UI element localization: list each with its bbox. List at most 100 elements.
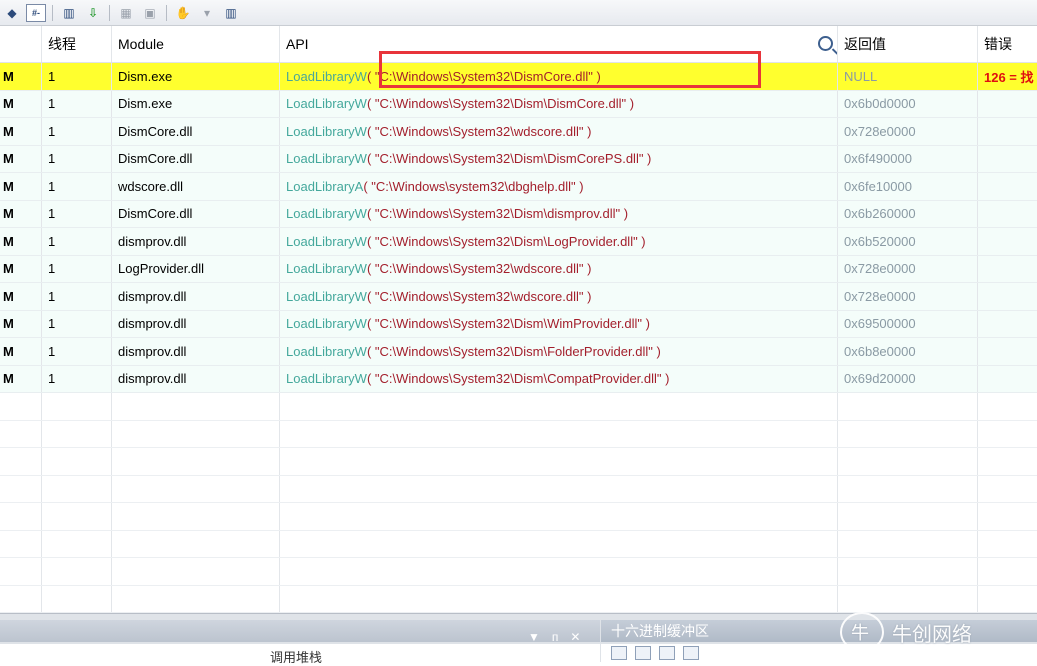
row-return-value: 0x6f490000 [838,145,978,172]
api-function[interactable]: LoadLibraryW [286,206,367,221]
bytes-icon[interactable] [659,646,675,660]
pin-icon[interactable]: ᴨ [552,630,559,644]
grid-icon[interactable] [611,646,627,660]
api-function[interactable]: LoadLibraryW [286,289,367,304]
row-api: LoadLibraryW ( "C:\Windows\System32\wdsc… [280,255,838,282]
header-col-api[interactable]: API [280,26,838,62]
api-call-table: 线程 Module API 返回值 错误 M 1 Dism.exe LoadLibra… [0,26,1037,641]
row-return-value: 0x728e0000 [838,255,978,282]
process-icon[interactable]: ◆ [2,4,22,22]
row-type: M [0,173,42,200]
table-header: 线程 Module API 返回值 错误 [0,26,1037,63]
row-api: LoadLibraryW ( "C:\Windows\System32\wdsc… [280,283,838,310]
row-api: LoadLibraryW ( "C:\Windows\System32\Dism… [280,338,838,365]
row-thread: 1 [42,90,112,117]
empty-row [0,503,1037,531]
api-function[interactable]: LoadLibraryW [286,69,367,84]
empty-row [0,585,1037,613]
toolbar-separator [52,4,53,21]
empty-row [0,530,1037,558]
row-return-value: 0x69500000 [838,310,978,337]
api-args: ( "C:\Windows\System32\Dism\dismprov.dll… [366,206,629,222]
api-args: ( "C:\Windows\System32\DismCore.dll" ) [366,68,601,84]
row-error [978,283,1037,310]
api-function[interactable]: LoadLibraryA [286,179,363,194]
table-row[interactable]: M 1 DismCore.dll LoadLibraryW ( "C:\Windows… [0,145,1037,173]
api-args: ( "C:\Windows\System32\Dism\WimProvider.… [366,316,650,332]
toolbar-separator [109,4,110,21]
row-thread: 1 [42,310,112,337]
columns-icon[interactable]: ▥ [59,4,79,22]
row-thread: 1 [42,200,112,227]
panel-controls: ▼ ᴨ ✕ [528,630,580,644]
word-icon[interactable] [683,646,699,660]
dropdown-icon[interactable]: ▾ [197,4,217,22]
table-row[interactable]: M 1 dismprov.dll LoadLibraryW ( "C:\Windows… [0,310,1037,338]
row-module: DismCore.dll [112,145,280,172]
api-function[interactable]: LoadLibraryW [286,316,367,331]
green-arrow-icon[interactable]: ⇩ [83,4,103,22]
delete-icon[interactable]: ▣ [140,4,160,22]
header-col-return[interactable]: 返回值 [838,26,978,62]
toolbar: ◆ #- ▥ ⇩ ▦ ▣ ✋ ▾ ▥ [0,0,1037,26]
table-row[interactable]: M 1 dismprov.dll LoadLibraryW ( "C:\Windows… [0,338,1037,366]
table-row[interactable]: M 1 wdscore.dll LoadLibraryA ( "C:\Windows\… [0,173,1037,201]
row-error [978,256,1037,283]
view-icon[interactable] [635,646,651,660]
table-row[interactable]: M 1 Dism.exe LoadLibraryW ( "C:\Windows\Sys… [0,63,1037,91]
table-row[interactable]: M 1 LogProvider.dll LoadLibraryW ( "C:\Wind… [0,255,1037,283]
row-api: LoadLibraryW ( "C:\Windows\System32\wdsc… [280,118,838,145]
table-empty-area [0,393,1037,641]
empty-row [0,558,1037,586]
api-function[interactable]: LoadLibraryW [286,371,367,386]
row-thread: 1 [42,118,112,145]
api-args: ( "C:\Windows\System32\Dism\DismCore.dll… [366,96,635,112]
table-row[interactable]: M 1 dismprov.dll LoadLibraryW ( "C:\Windows… [0,283,1037,311]
row-type: M [0,338,42,365]
header-col-api-label: API [286,36,309,52]
filter-icon[interactable]: #- [26,3,46,22]
close-icon[interactable]: ✕ [570,630,580,644]
row-error [978,118,1037,145]
row-return-value: 0x6fe10000 [838,173,978,200]
api-function[interactable]: LoadLibraryW [286,234,367,249]
table-row[interactable]: M 1 Dism.exe LoadLibraryW ( "C:\Windows\Sys… [0,90,1037,118]
table-row[interactable]: M 1 dismprov.dll LoadLibraryW ( "C:\Windows… [0,365,1037,393]
row-thread: 1 [42,228,112,255]
api-args: ( "C:\Windows\System32\wdscore.dll" ) [366,288,592,304]
api-function[interactable]: LoadLibraryW [286,344,367,359]
copy-icon[interactable]: ▦ [116,4,136,22]
search-icon[interactable] [818,36,833,51]
hand-icon[interactable]: ✋ [173,4,193,22]
table-body: M 1 Dism.exe LoadLibraryW ( "C:\Windows\Sys… [0,63,1037,393]
table-row[interactable]: M 1 DismCore.dll LoadLibraryW ( "C:\Windows… [0,200,1037,228]
row-thread: 1 [42,145,112,172]
table-row[interactable]: M 1 dismprov.dll LoadLibraryW ( "C:\Windows… [0,228,1037,256]
row-api: LoadLibraryA ( "C:\Windows\system32\dbgh… [280,173,838,200]
clear-icon[interactable]: ▥ [221,4,241,22]
row-error [978,311,1037,338]
header-col-type[interactable] [0,26,42,62]
row-type: M [0,228,42,255]
row-module: dismprov.dll [112,365,280,392]
api-function[interactable]: LoadLibraryW [286,151,367,166]
watermark-text: 牛创网络 [892,623,972,646]
api-args: ( "C:\Windows\System32\Dism\LogProvider.… [366,233,646,249]
row-return-value: 0x6b260000 [838,200,978,227]
row-module: LogProvider.dll [112,255,280,282]
header-col-error[interactable]: 错误 [978,26,1037,62]
api-function[interactable]: LoadLibraryW [286,96,367,111]
row-return-value: 0x69d20000 [838,365,978,392]
row-thread: 1 [42,63,112,90]
api-function[interactable]: LoadLibraryW [286,124,367,139]
header-col-thread[interactable]: 线程 [42,26,112,62]
header-col-module[interactable]: Module [112,26,280,62]
logo-icon [840,612,884,652]
api-args: ( "C:\Windows\System32\Dism\DismCorePS.d… [366,151,652,167]
toolbar-separator [166,4,167,21]
row-api: LoadLibraryW ( "C:\Windows\System32\Dism… [280,200,838,227]
watermark: 牛创网络 [840,612,972,652]
dropdown-icon[interactable]: ▼ [528,630,540,644]
table-row[interactable]: M 1 DismCore.dll LoadLibraryW ( "C:\Windows… [0,118,1037,146]
api-function[interactable]: LoadLibraryW [286,261,367,276]
